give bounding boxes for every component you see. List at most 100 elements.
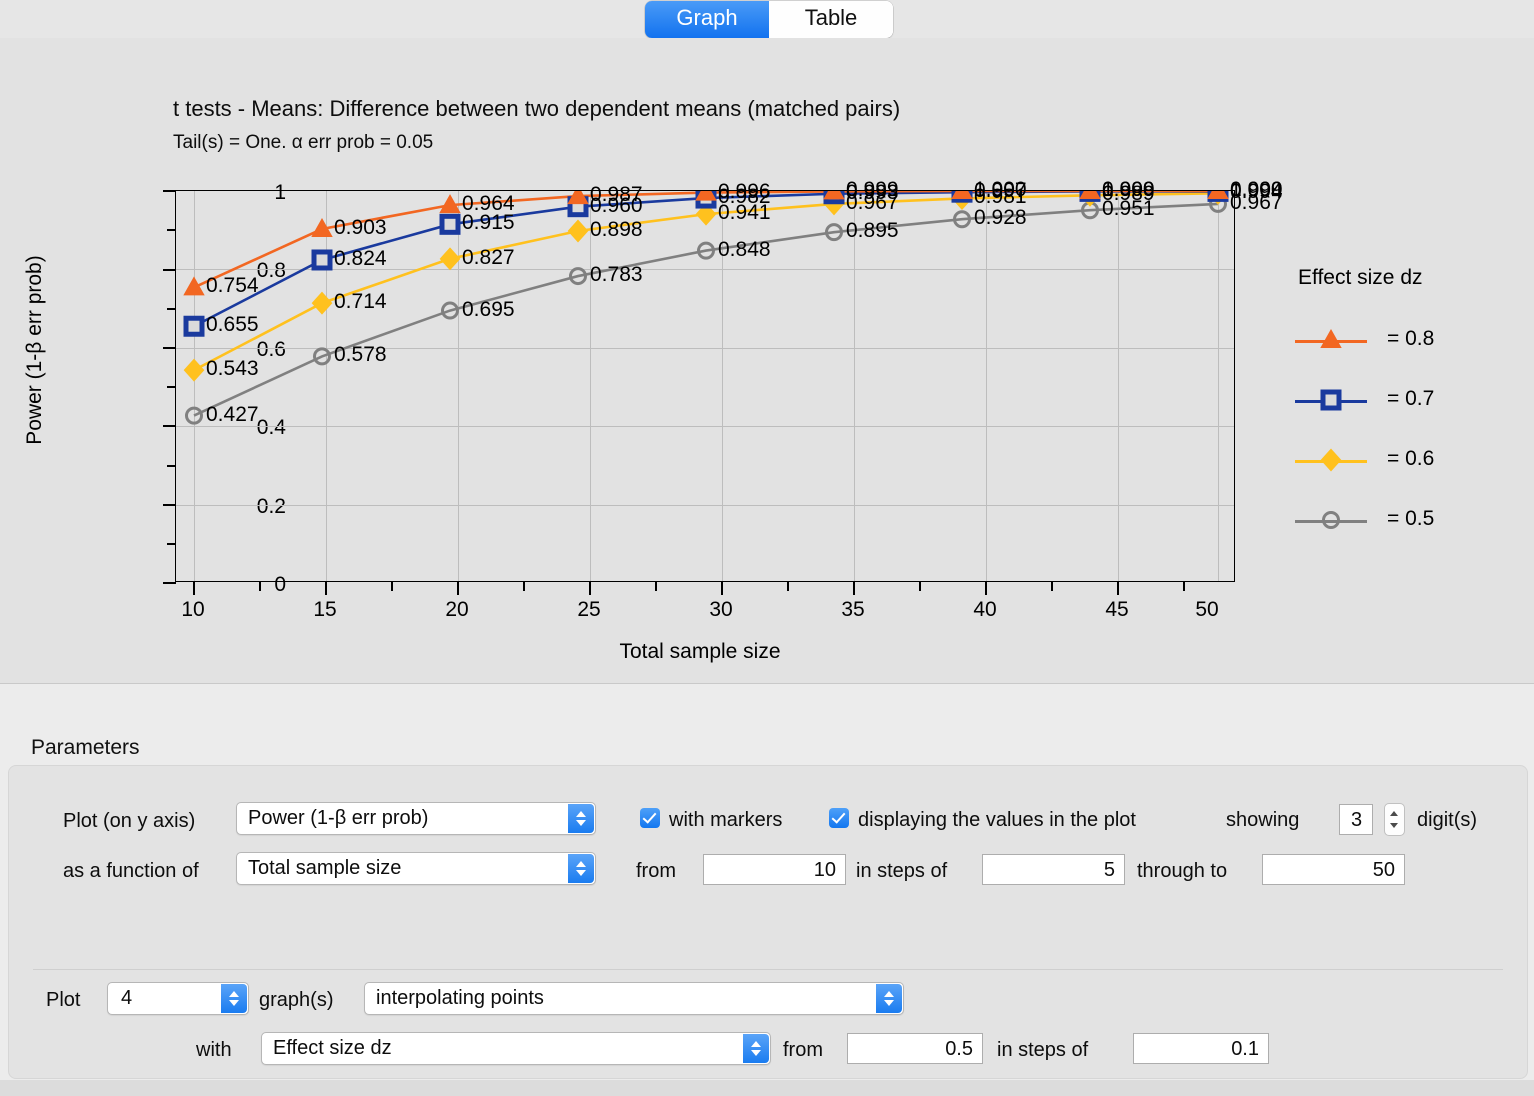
- square-marker: [1320, 389, 1342, 411]
- param-from-label: from: [783, 1039, 823, 1061]
- with-markers-checkbox[interactable]: [640, 808, 660, 828]
- data-value-label: 0.655: [206, 313, 259, 337]
- x-tick-minor: [655, 582, 657, 591]
- data-value-label: 0.967: [1230, 190, 1283, 214]
- chevron-updown-icon: [221, 984, 247, 1013]
- with-parameter-label: with: [196, 1039, 232, 1061]
- data-value-label: 0.951: [1102, 197, 1155, 221]
- triangle-marker: [823, 191, 845, 200]
- parameters-section: Parameters Plot (on y axis) Power (1-β e…: [0, 684, 1534, 1096]
- view-segmented-control[interactable]: Graph Table: [645, 1, 893, 38]
- triangle-marker: [1320, 328, 1342, 348]
- x-tick-major: [1117, 582, 1119, 595]
- legend-label: = 0.8: [1387, 327, 1435, 350]
- graphs-label: graph(s): [259, 989, 334, 1011]
- gpower-window: Graph Table t tests - Means: Difference …: [0, 0, 1534, 1096]
- window-bottom-strip: [0, 1080, 1534, 1096]
- x-axis-variable-select-value: Total sample size: [248, 857, 402, 879]
- param-steps-label: in steps of: [997, 1039, 1089, 1061]
- diamond-marker: [439, 247, 461, 271]
- data-value-label: 0.895: [846, 219, 899, 243]
- param-from-field[interactable]: 0.5: [847, 1033, 983, 1064]
- x-tick-label: 30: [709, 598, 733, 621]
- triangle-marker: [1079, 191, 1101, 199]
- data-value-label: 0.754: [206, 274, 259, 298]
- x-tick-major: [853, 582, 855, 595]
- graph-mode-select[interactable]: interpolating points: [364, 982, 904, 1015]
- digits-field[interactable]: 3: [1339, 804, 1373, 835]
- x-axis-variable-select[interactable]: Total sample size: [236, 852, 596, 885]
- x-through-field[interactable]: 50: [1262, 854, 1405, 885]
- showing-label: showing: [1226, 809, 1300, 831]
- displaying-values-label: displaying the values in the plot: [858, 809, 1136, 831]
- x-tick-minor: [523, 582, 525, 591]
- data-value-label: 0.941: [718, 201, 771, 225]
- param-steps-field-value: 0.1: [1231, 1038, 1259, 1060]
- graph-panel: t tests - Means: Difference between two …: [0, 38, 1534, 684]
- x-from-field-value: 10: [813, 859, 836, 881]
- plot-title: t tests - Means: Difference between two …: [173, 96, 901, 121]
- y-axis-title: Power (1-β err prob): [23, 255, 46, 445]
- x-tick-minor: [919, 582, 921, 591]
- square-marker: [183, 315, 205, 337]
- data-value-label: 0.898: [590, 217, 643, 241]
- x-through-label: through to: [1137, 860, 1228, 882]
- x-through-field-value: 50: [1372, 859, 1395, 881]
- square-marker: [439, 213, 461, 235]
- displaying-values-checkbox[interactable]: [829, 808, 849, 828]
- chevron-updown-icon: [568, 804, 594, 833]
- legend-item: = 0.5: [1295, 507, 1515, 534]
- x-tick-major: [985, 582, 987, 595]
- x-tick-minor: [259, 582, 261, 591]
- diamond-marker: [567, 219, 589, 243]
- legend-label: = 0.7: [1387, 387, 1435, 410]
- data-value-label: 0.981: [974, 185, 1027, 209]
- with-parameter-select-value: Effect size dz: [273, 1037, 392, 1059]
- digits-field-value: 3: [1351, 809, 1363, 831]
- circle-marker: [1322, 511, 1340, 529]
- data-value-label: 0.783: [590, 263, 643, 287]
- x-tick-minor: [1183, 582, 1185, 591]
- legend-item: = 0.8: [1295, 327, 1515, 354]
- tab-graph[interactable]: Graph: [645, 1, 769, 38]
- x-tick-label: 50: [1195, 598, 1219, 621]
- legend-label: = 0.6: [1387, 447, 1435, 470]
- x-tick-label: 35: [841, 598, 865, 621]
- x-tick-label: 20: [445, 598, 469, 621]
- x-tick-label: 10: [181, 598, 205, 621]
- chevron-updown-icon: [568, 854, 594, 883]
- graph-count-value: 4: [121, 987, 133, 1009]
- x-tick-major: [721, 582, 723, 595]
- data-value-label: 0.578: [334, 343, 387, 367]
- with-markers-label: with markers: [669, 809, 783, 831]
- x-steps-label: in steps of: [856, 860, 948, 882]
- triangle-marker: [951, 191, 973, 199]
- x-from-label: from: [636, 860, 676, 882]
- x-steps-field[interactable]: 5: [982, 854, 1125, 885]
- diamond-marker: [311, 291, 333, 315]
- chevron-updown-icon: [876, 984, 902, 1013]
- x-tick-label: 25: [577, 598, 601, 621]
- data-value-label: 0.827: [462, 245, 515, 269]
- param-from-field-value: 0.5: [945, 1038, 973, 1060]
- param-steps-field[interactable]: 0.1: [1133, 1033, 1269, 1064]
- legend-circle-icon: [1322, 511, 1340, 529]
- diamond-marker: [183, 358, 205, 382]
- digits-stepper[interactable]: [1384, 803, 1405, 836]
- x-tick-major: [325, 582, 327, 595]
- plot-y-axis-select[interactable]: Power (1-β err prob): [236, 802, 596, 835]
- x-tick-major: [457, 582, 459, 595]
- triangle-marker: [183, 276, 205, 296]
- tab-table[interactable]: Table: [769, 1, 893, 38]
- x-from-field[interactable]: 10: [703, 854, 846, 885]
- data-value-label: 0.714: [334, 290, 387, 314]
- with-parameter-select[interactable]: Effect size dz: [261, 1032, 771, 1065]
- plot-y-axis-label: Plot (on y axis): [63, 810, 196, 832]
- data-value-label: 0.695: [462, 297, 515, 321]
- data-value-label: 0.543: [206, 357, 259, 381]
- parameters-divider: [33, 969, 1503, 970]
- plot-subtitle: Tail(s) = One. α err prob = 0.05: [173, 132, 434, 153]
- data-value-label: 0.427: [206, 402, 259, 426]
- graph-count-field[interactable]: 4: [107, 982, 249, 1015]
- data-value-label: 0.824: [334, 246, 387, 270]
